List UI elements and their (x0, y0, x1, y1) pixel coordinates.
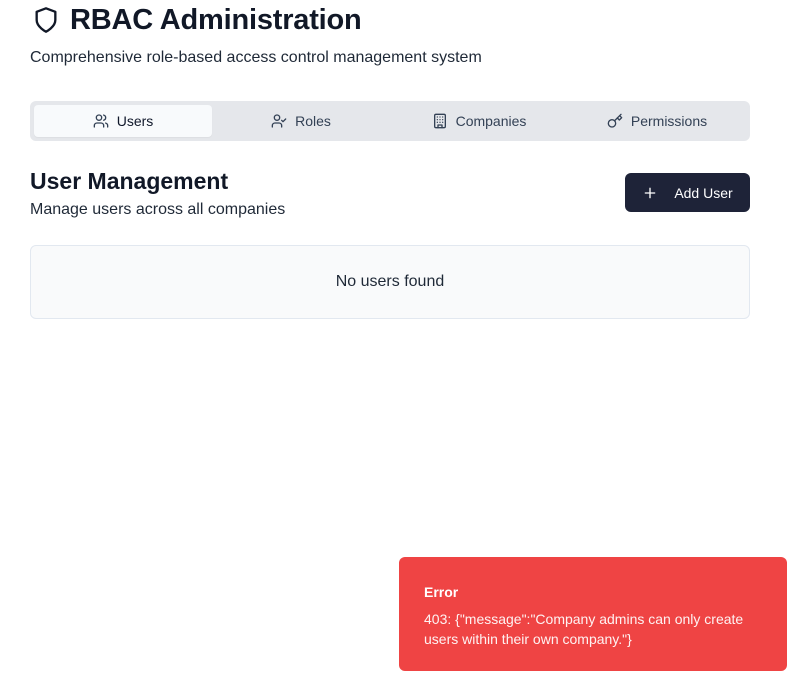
tab-users[interactable]: Users (34, 105, 212, 137)
toast-title: Error (424, 584, 459, 600)
tab-label: Roles (295, 113, 331, 129)
tab-companies[interactable]: Companies (390, 105, 568, 137)
page-header: RBAC Administration Comprehensive role-b… (30, 0, 750, 67)
tab-label: Users (116, 113, 154, 129)
user-check-icon (271, 113, 287, 129)
rbac-admin-page: RBAC Administration Comprehensive role-b… (0, 0, 791, 673)
empty-state-text: No users found (335, 273, 445, 290)
title-row: RBAC Administration (30, 0, 750, 40)
user-management-header: User Management Manage users across all … (30, 168, 750, 228)
building-icon (432, 113, 448, 129)
tab-label: Permissions (630, 113, 708, 129)
users-empty-state: No users found (30, 245, 750, 319)
add-user-label: Add User (674, 184, 733, 201)
add-user-button[interactable]: Add User (625, 173, 750, 212)
plus-icon (642, 185, 658, 201)
page-title: RBAC Administration (70, 3, 362, 36)
error-toast[interactable]: Error 403: {"message":"Company admins ca… (399, 557, 787, 671)
toast-message: 403: {"message":"Company admins can only… (424, 611, 744, 647)
shield-icon (30, 4, 62, 36)
users-icon (93, 113, 109, 129)
tab-label: Companies (455, 113, 527, 129)
page-subtitle: Comprehensive role-based access control … (30, 49, 482, 66)
tab-permissions[interactable]: Permissions (568, 105, 746, 137)
key-icon (607, 113, 623, 129)
tab-roles[interactable]: Roles (212, 105, 390, 137)
tab-bar: Users Roles Companies Permissions (30, 101, 750, 141)
